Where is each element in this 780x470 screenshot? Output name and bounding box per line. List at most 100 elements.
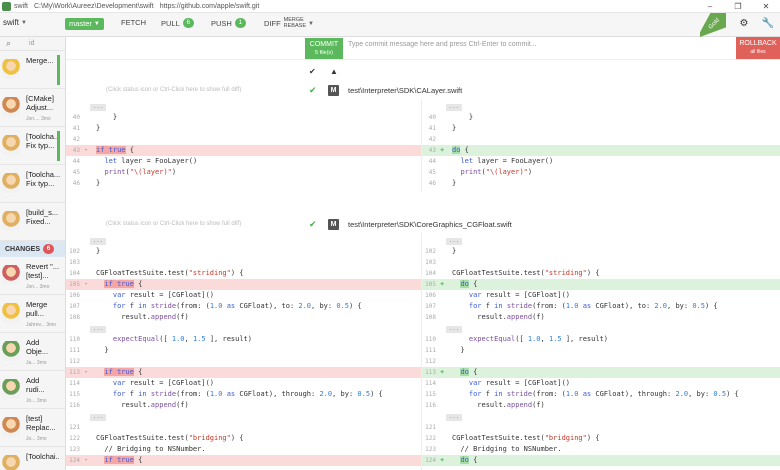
code-text: result.append(f) — [452, 401, 545, 409]
line-number: 113 — [69, 369, 80, 376]
code-text: if true { — [104, 456, 143, 464]
commit-list-item[interactable]: [build_s... Fixed... — [0, 203, 65, 241]
line-number: 106 — [69, 292, 80, 299]
line-number: 106 — [425, 292, 436, 299]
changes-list: Revert "... [test]... Jon... 3mo Merge pul… — [0, 257, 65, 470]
app-icon — [2, 1, 11, 11]
check-all-icon[interactable]: ✔ — [309, 67, 316, 76]
commit-list-item[interactable]: [test] Replac... Jo... 3mo — [0, 409, 65, 447]
diff-marker: - — [84, 456, 89, 464]
search-icon: ⌕ — [6, 38, 12, 48]
line-number: 40 — [72, 114, 80, 121]
commit-meta: Jo... 3mo — [26, 436, 47, 442]
diff-line: 105 + do { — [422, 279, 780, 290]
commit-file-count: 5 file(s) — [314, 50, 334, 56]
line-number: 42 — [72, 136, 80, 143]
close-button[interactable]: ✕ — [752, 0, 780, 13]
code-text: do { — [460, 280, 478, 288]
line-number: 105 — [69, 281, 80, 288]
commit-title: Revert "... [test]... — [26, 262, 60, 280]
diff-line: 46} — [422, 178, 780, 189]
commit-list-item[interactable]: [Toolcha... Fix typ... — [0, 165, 65, 203]
file-header[interactable]: (Click status icon or Ctrl-Click here to… — [66, 217, 780, 231]
code-text: CGFloatTestSuite.test("bridging") { — [452, 434, 600, 442]
commit-message-input[interactable]: Type commit message here and press Ctrl-… — [348, 41, 537, 48]
file-hint: (Click status icon or Ctrl-Click here to… — [106, 221, 242, 227]
expand-lines-button[interactable]: ... — [422, 101, 780, 112]
line-number: 108 — [425, 314, 436, 321]
title-url: https://github.com/apple/swift.git — [159, 2, 260, 10]
diff-line: 121 — [422, 422, 780, 433]
line-number: 102 — [69, 248, 80, 255]
title-bar: swift C:\My\Work\Aureez\Development\swif… — [0, 0, 780, 13]
main-panel: COMMIT 5 file(s) Type commit message her… — [66, 37, 780, 470]
file-header[interactable]: (Click status icon or Ctrl-Click here to… — [66, 83, 780, 97]
diff-line: 44 let layer = FooLayer() — [66, 156, 421, 167]
chevron-down-icon: ▼ — [308, 20, 314, 27]
diff-line: 124 + do { — [422, 455, 780, 466]
restore-button[interactable]: ❐ — [724, 0, 752, 13]
commit-list-item[interactable]: [CMake] Adjust... Jon.... 3mo — [0, 89, 65, 127]
expand-lines-button[interactable]: ... — [422, 411, 780, 422]
branch-selector[interactable]: master ▼ — [65, 18, 104, 30]
search-bar[interactable]: ⌕ id — [0, 37, 65, 51]
commit-list-item[interactable]: Add Obje... Ja... 3mo — [0, 333, 65, 371]
commit-button[interactable]: COMMIT 5 file(s) — [305, 38, 343, 59]
diff-line: 113- if true { — [66, 367, 421, 378]
diff-marker: + — [440, 368, 445, 376]
modified-status-icon[interactable]: M — [328, 218, 339, 230]
commit-list-item[interactable]: Merge pull... Jahrev... 3mo — [0, 295, 65, 333]
rollback-button[interactable]: ROLLBACK all files — [736, 37, 780, 59]
collapse-icon[interactable]: ▲ — [330, 67, 338, 76]
code-text: ... — [446, 411, 462, 422]
push-button[interactable]: PUSH 1 — [211, 18, 246, 28]
sidebar: ⌕ id Merge... [CMake] Adjust... Jon.... 3m… — [0, 37, 66, 470]
wrench-icon[interactable]: 🔧 — [761, 17, 775, 31]
diff-button[interactable]: DIFF MERGE REBASE ▼ — [264, 17, 314, 29]
gear-icon[interactable]: ⚙ — [737, 17, 751, 31]
diff-line: 114 var result = [CGFloat]() — [422, 378, 780, 389]
diff-line: 41} — [422, 123, 780, 134]
avatar — [2, 59, 20, 79]
check-icon[interactable]: ✔ — [309, 219, 317, 230]
code-text: // Bridging to NSNumber. — [452, 445, 562, 453]
check-icon[interactable]: ✔ — [309, 85, 317, 96]
commit-list-item[interactable]: Revert "... [test]... Jon... 3mo — [0, 257, 65, 295]
code-text: } — [96, 124, 101, 132]
diff-pane-left: ... 102} 103 104 CGFloatTestSuite.test("stri… — [66, 235, 421, 466]
line-number: 43 — [72, 147, 80, 154]
expand-lines-button[interactable]: ... — [66, 411, 421, 422]
code-text: var result = [CGFloat]() — [112, 379, 215, 387]
diff-line: 123 // Bridging to NSNumber. — [422, 444, 780, 455]
line-number: 122 — [69, 435, 80, 442]
diff-line: 122 CGFloatTestSuite.test("bridging") { — [66, 433, 421, 444]
expand-lines-button[interactable]: ... — [66, 235, 421, 246]
select-controls: ✔ ▲ — [309, 67, 338, 76]
code-text: ... — [90, 411, 106, 422]
commit-list-item[interactable]: [Toolcha... Fix typ... — [0, 127, 65, 165]
repo-selector[interactable]: swift ▼ — [3, 18, 27, 27]
pull-button[interactable]: PULL 6 — [161, 18, 194, 28]
commit-list-item[interactable]: Add rudi... Jo... 3mo — [0, 371, 65, 409]
commit-list-item[interactable]: Merge... — [0, 51, 65, 89]
line-number: 124 — [425, 457, 436, 464]
changes-header[interactable]: CHANGES 6 — [0, 241, 65, 257]
minimize-button[interactable]: – — [696, 0, 724, 13]
code-text: for f in stride(from: (1.0 as CGFloat), … — [468, 390, 739, 398]
line-number: 46 — [428, 180, 436, 187]
code-text: do { — [460, 456, 478, 464]
diff-line: 104 CGFloatTestSuite.test("striding") { — [422, 268, 780, 279]
rollback-label: ROLLBACK — [739, 40, 777, 47]
avatar — [2, 379, 20, 399]
expand-lines-button[interactable]: ... — [422, 235, 780, 246]
modified-status-icon[interactable]: M — [328, 84, 339, 96]
commit-list-item[interactable]: [Toolchai... — [0, 447, 65, 470]
expand-lines-button[interactable]: ... — [422, 323, 780, 334]
search-input[interactable]: id — [29, 40, 34, 47]
title-path: C:\My\Work\Aureez\Development\swift — [34, 2, 154, 10]
fetch-button[interactable]: FETCH — [121, 18, 146, 27]
line-number: 113 — [425, 369, 436, 376]
expand-lines-button[interactable]: ... — [66, 323, 421, 334]
diff-line: 105- if true { — [66, 279, 421, 290]
expand-lines-button[interactable]: ... — [66, 101, 421, 112]
